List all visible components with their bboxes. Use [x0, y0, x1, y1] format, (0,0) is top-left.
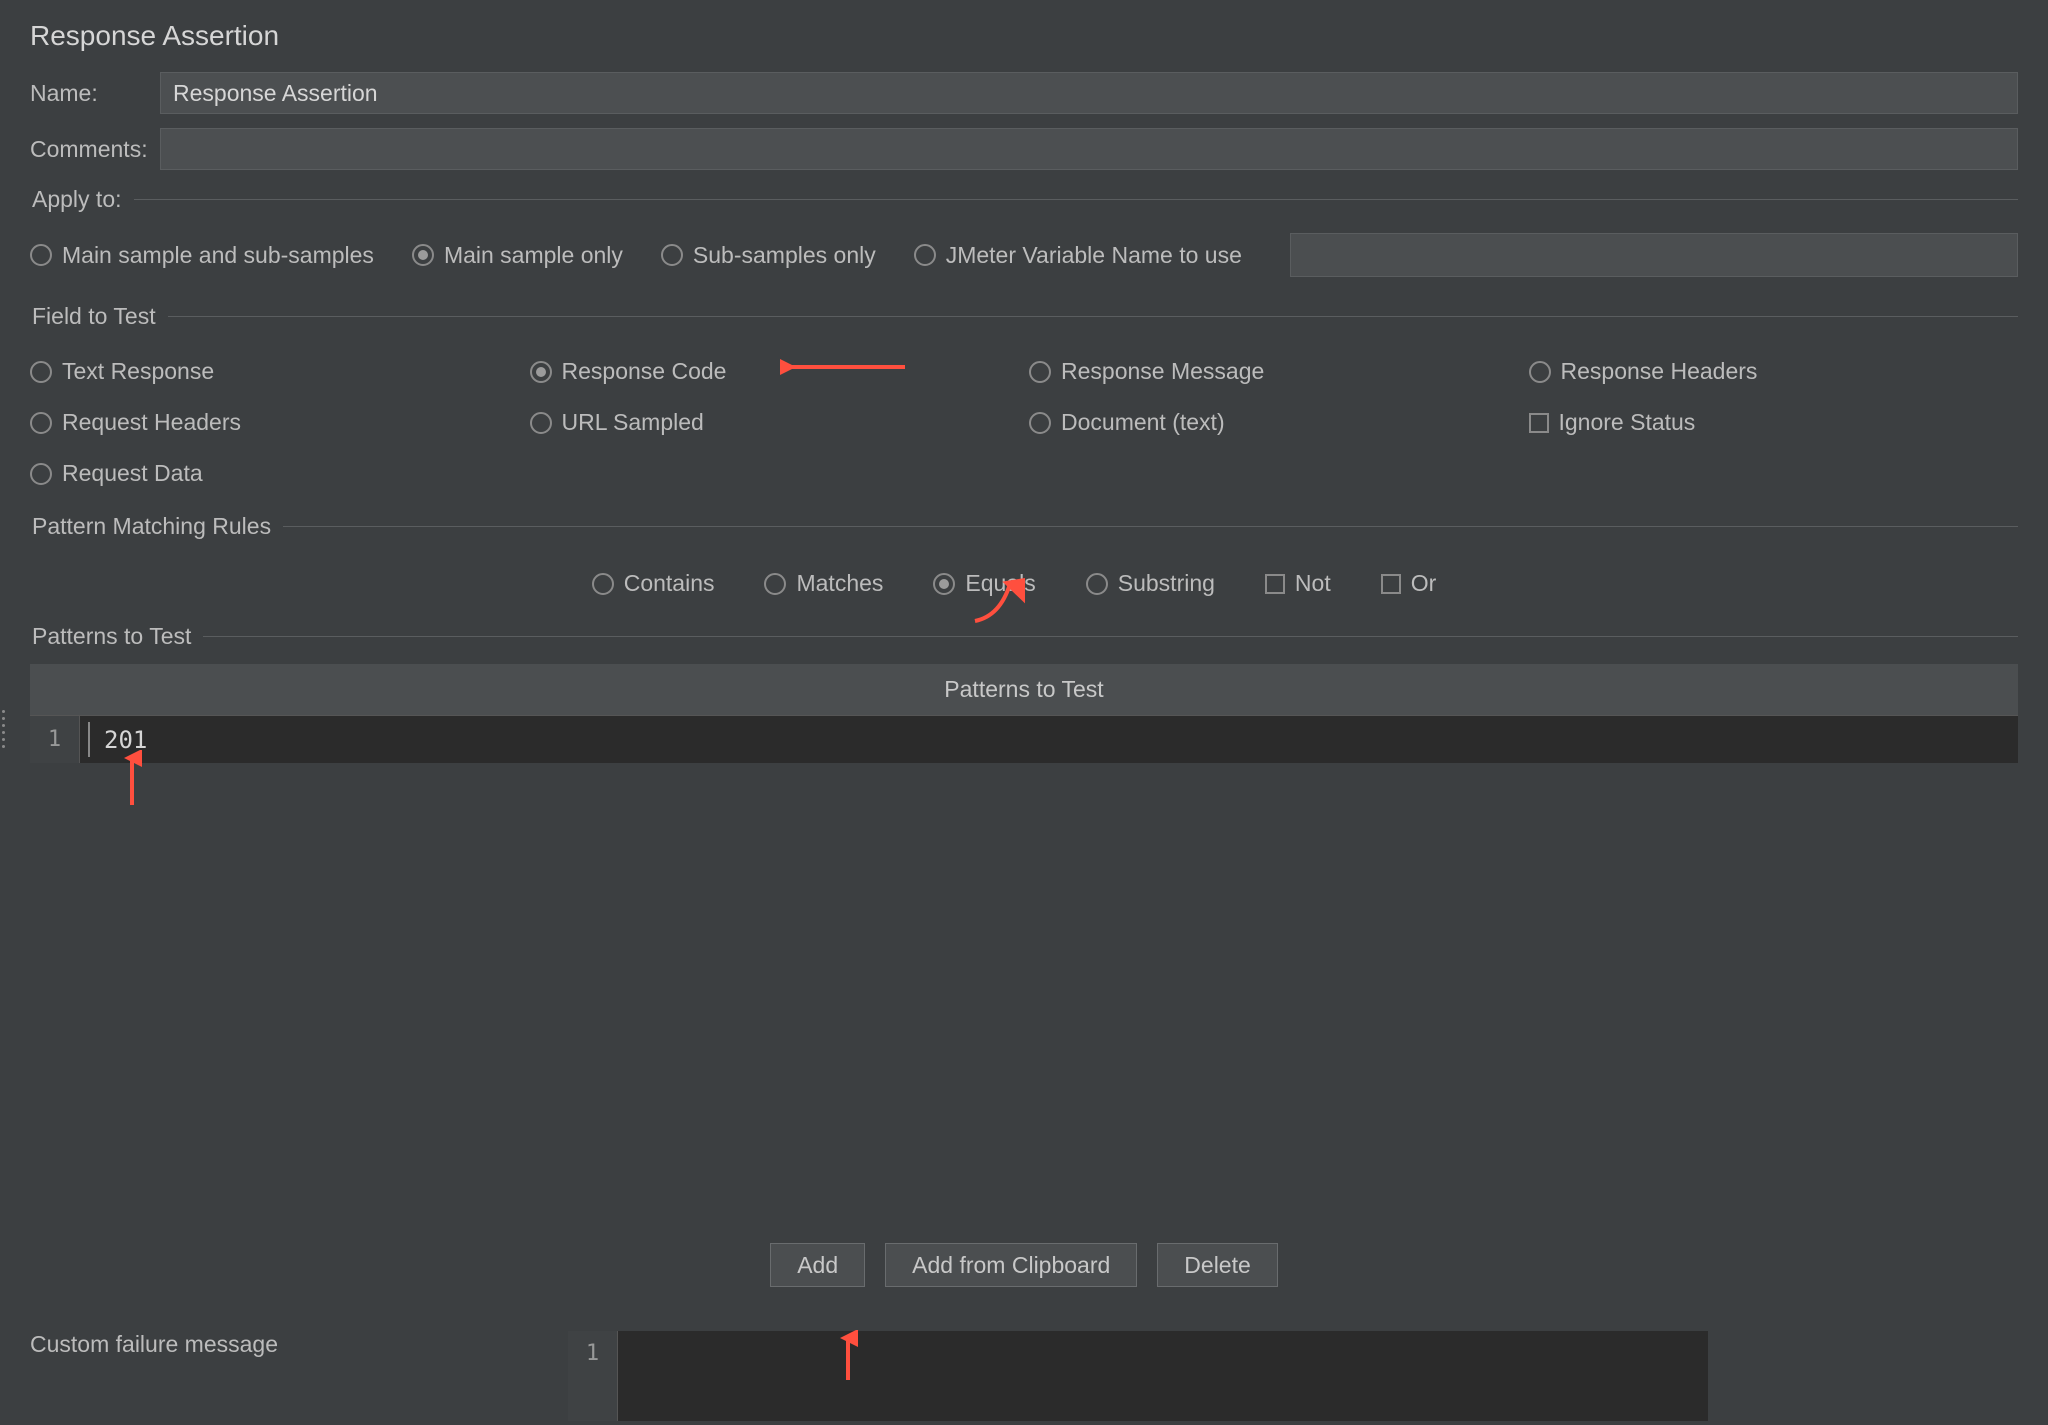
delete-button[interactable]: Delete — [1157, 1243, 1277, 1287]
check-or[interactable]: Or — [1381, 570, 1437, 597]
radio-main-only[interactable]: Main sample only — [412, 242, 623, 269]
radio-icon — [1086, 573, 1108, 595]
radio-response-message[interactable]: Response Message — [1029, 358, 1499, 385]
radio-label: Substring — [1118, 570, 1215, 597]
custom-failure-label: Custom failure message — [30, 1331, 278, 1358]
radio-matches[interactable]: Matches — [764, 570, 883, 597]
radio-icon — [592, 573, 614, 595]
radio-label: Sub-samples only — [693, 242, 876, 269]
pattern-matching-fieldset: Pattern Matching Rules Contains Matches … — [30, 513, 2018, 607]
check-ignore-status[interactable]: Ignore Status — [1529, 409, 1999, 436]
custom-failure-cell[interactable] — [618, 1331, 1708, 1421]
comments-label: Comments: — [30, 136, 160, 163]
radio-sub-only[interactable]: Sub-samples only — [661, 242, 876, 269]
radio-label: Response Message — [1061, 358, 1264, 385]
check-label: Ignore Status — [1559, 409, 1696, 436]
drag-handle[interactable] — [2, 710, 5, 748]
radio-contains[interactable]: Contains — [592, 570, 715, 597]
radio-icon — [530, 412, 552, 434]
comments-input[interactable] — [160, 128, 2018, 170]
radio-label: Response Code — [562, 358, 727, 385]
radio-text-response[interactable]: Text Response — [30, 358, 500, 385]
radio-main-and-sub[interactable]: Main sample and sub-samples — [30, 242, 374, 269]
radio-request-headers[interactable]: Request Headers — [30, 409, 500, 436]
radio-equals[interactable]: Equals — [933, 570, 1035, 597]
radio-substring[interactable]: Substring — [1086, 570, 1215, 597]
radio-jmeter-var[interactable]: JMeter Variable Name to use — [914, 242, 1242, 269]
page-title: Response Assertion — [30, 20, 2018, 52]
radio-label: Matches — [796, 570, 883, 597]
radio-label: Text Response — [62, 358, 214, 385]
radio-icon — [412, 244, 434, 266]
pattern-value: 201 — [104, 726, 147, 754]
radio-label: Contains — [624, 570, 715, 597]
apply-to-fieldset: Apply to: Main sample and sub-samples Ma… — [30, 186, 2018, 287]
radio-response-headers[interactable]: Response Headers — [1529, 358, 1999, 385]
custom-failure-row: Custom failure message 1 — [30, 1331, 2018, 1421]
custom-failure-textarea[interactable]: 1 — [568, 1331, 1708, 1421]
radio-response-code[interactable]: Response Code — [530, 358, 1000, 385]
table-row[interactable]: 1 201 — [30, 715, 2018, 763]
radio-icon — [914, 244, 936, 266]
checkbox-icon — [1265, 574, 1285, 594]
radio-label: Main sample only — [444, 242, 623, 269]
patterns-table-header: Patterns to Test — [30, 664, 2018, 715]
pattern-matching-legend: Pattern Matching Rules — [30, 513, 283, 540]
field-to-test-legend: Field to Test — [30, 303, 168, 330]
checkbox-icon — [1529, 413, 1549, 433]
add-button[interactable]: Add — [770, 1243, 865, 1287]
pattern-cell[interactable]: 201 — [80, 715, 2018, 763]
radio-icon — [764, 573, 786, 595]
radio-label: Main sample and sub-samples — [62, 242, 374, 269]
radio-icon — [30, 244, 52, 266]
field-to-test-fieldset: Field to Test Text Response Response Cod… — [30, 303, 2018, 497]
radio-icon — [1529, 361, 1551, 383]
row-number: 1 — [568, 1331, 618, 1421]
radio-label: Request Data — [62, 460, 203, 487]
patterns-to-test-fieldset: Patterns to Test Patterns to Test 1 201 … — [30, 623, 2018, 1297]
apply-to-legend: Apply to: — [30, 186, 134, 213]
checkbox-icon — [1381, 574, 1401, 594]
check-label: Or — [1411, 570, 1437, 597]
radio-url-sampled[interactable]: URL Sampled — [530, 409, 1000, 436]
name-label: Name: — [30, 80, 160, 107]
radio-request-data[interactable]: Request Data — [30, 460, 500, 487]
radio-icon — [30, 361, 52, 383]
radio-label: Document (text) — [1061, 409, 1225, 436]
add-from-clipboard-button[interactable]: Add from Clipboard — [885, 1243, 1137, 1287]
radio-icon — [661, 244, 683, 266]
radio-icon — [1029, 361, 1051, 383]
check-label: Not — [1295, 570, 1331, 597]
radio-icon — [30, 412, 52, 434]
radio-icon — [933, 573, 955, 595]
radio-label: URL Sampled — [562, 409, 704, 436]
patterns-to-test-legend: Patterns to Test — [30, 623, 203, 650]
radio-label: Equals — [965, 570, 1035, 597]
check-not[interactable]: Not — [1265, 570, 1331, 597]
name-input[interactable] — [160, 72, 2018, 114]
radio-label: Response Headers — [1561, 358, 1758, 385]
row-number: 1 — [30, 715, 80, 763]
radio-icon — [30, 463, 52, 485]
jmeter-var-input[interactable] — [1290, 233, 2018, 277]
radio-label: JMeter Variable Name to use — [946, 242, 1242, 269]
radio-label: Request Headers — [62, 409, 241, 436]
radio-icon — [1029, 412, 1051, 434]
radio-document-text[interactable]: Document (text) — [1029, 409, 1499, 436]
radio-icon — [530, 361, 552, 383]
